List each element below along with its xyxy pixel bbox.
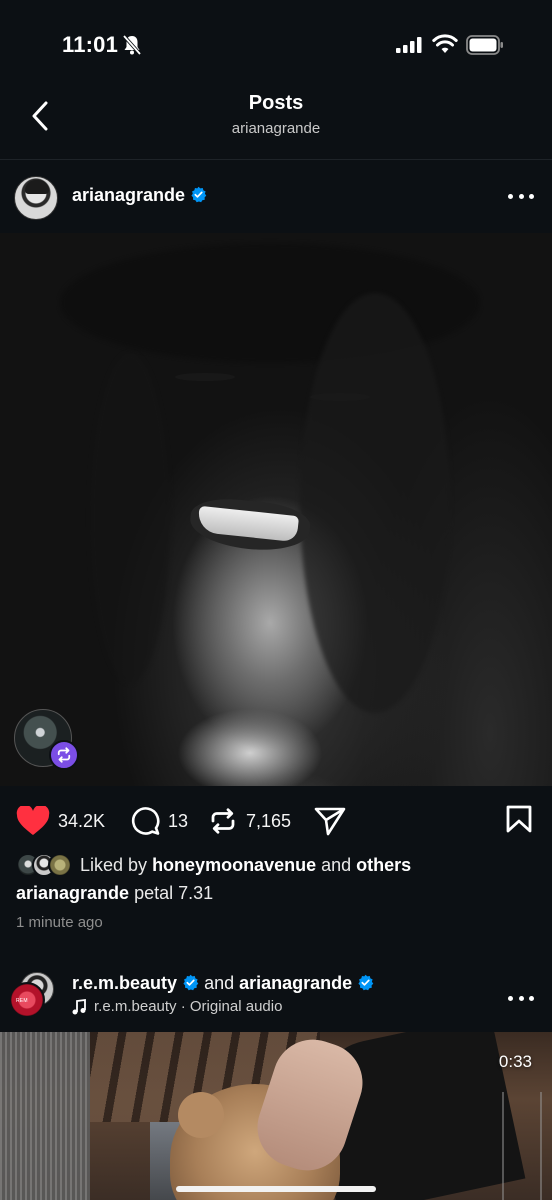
more-dots-icon [508, 193, 513, 199]
comment-button[interactable]: 13 [130, 806, 188, 836]
status-bar: 11:01 [0, 0, 552, 90]
repost-count: 7,165 [246, 810, 292, 831]
avatar [48, 853, 72, 877]
verified-badge-icon [183, 974, 199, 991]
post-caption: arianagrande petal 7.31 [16, 883, 213, 904]
more-options-button[interactable] [508, 990, 534, 1006]
liked-by-username[interactable]: honeymoonavenue [152, 855, 316, 875]
caption-text: petal 7.31 [134, 883, 214, 903]
repost-icon [211, 808, 235, 834]
post2-join: and [204, 973, 235, 993]
page-title: Posts [248, 92, 304, 114]
post2-video[interactable]: 0:33 [0, 1032, 552, 1200]
post2-audio[interactable]: r.e.m.beauty · Original audio [72, 998, 282, 1015]
post2-username-1[interactable]: r.e.m.beauty [72, 973, 177, 993]
avatar[interactable] [14, 176, 58, 220]
page-subtitle[interactable]: arianagrande [0, 120, 552, 137]
bell-muted-icon [122, 34, 142, 56]
verified-badge-icon [358, 974, 374, 991]
caption-username[interactable]: arianagrande [16, 883, 129, 903]
wifi-icon [432, 34, 458, 53]
home-indicator[interactable] [176, 1186, 376, 1192]
cellular-signal-icon [396, 37, 422, 53]
avatar[interactable]: REM [9, 982, 45, 1018]
page-header: Posts arianagrande [0, 90, 552, 160]
post-photo[interactable] [0, 233, 552, 786]
share-button[interactable] [314, 806, 346, 836]
post-username[interactable]: arianagrande [72, 185, 185, 205]
liked-by-prefix: Liked by [80, 854, 148, 875]
liked-by-text: Liked by honeymoonavenue and others [80, 855, 411, 876]
post-username-row[interactable]: arianagrande [72, 185, 207, 206]
post-header: arianagrande [0, 160, 552, 232]
post2-username-2[interactable]: arianagrande [239, 973, 352, 993]
music-note-icon [72, 998, 86, 1014]
video-timer: 0:33 [498, 1052, 532, 1071]
post-timestamp: 1 minute ago [16, 914, 103, 931]
status-time: 11:01 [62, 32, 119, 57]
repost-badge [49, 740, 79, 770]
post-actions: 34.2K 13 7,165 [0, 786, 552, 852]
comment-icon [131, 807, 160, 835]
liked-by-others[interactable]: others [356, 855, 411, 875]
repost-button[interactable]: 7,165 [208, 806, 291, 836]
more-options-button[interactable] [508, 188, 534, 204]
comment-count: 13 [168, 810, 189, 831]
verified-badge-icon [191, 186, 207, 203]
like-count: 34.2K [58, 810, 106, 831]
post2-usernames: r.e.m.beauty and arianagrande [72, 973, 374, 994]
post2-audio-label: r.e.m.beauty · Original audio [94, 998, 283, 1015]
repost-icon [57, 747, 71, 763]
bookmark-icon[interactable] [506, 805, 532, 833]
like-button[interactable]: 34.2K [16, 806, 105, 836]
post2-header: REM r.e.m.beauty and arianagrande r.e.m.… [0, 960, 552, 1032]
share-icon [314, 807, 346, 836]
heart-icon [16, 806, 50, 835]
battery-icon [466, 35, 503, 55]
more-dots-icon [508, 995, 513, 1001]
liked-by-row[interactable]: Liked by honeymoonavenue and others [16, 852, 411, 878]
liked-by-join: and [321, 854, 352, 875]
